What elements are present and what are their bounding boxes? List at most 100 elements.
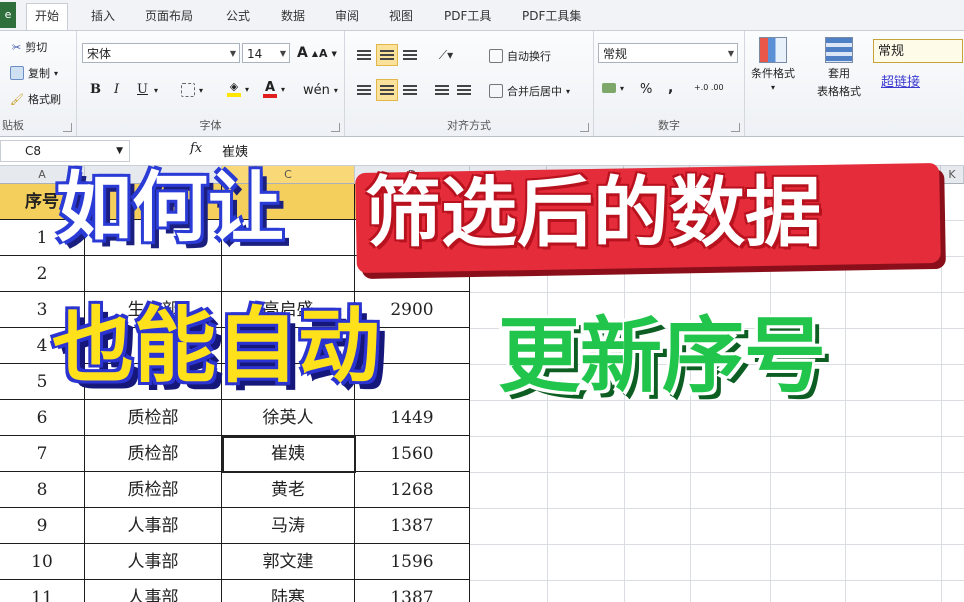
cell-name[interactable]: 马涛 (222, 508, 355, 544)
underline-button[interactable]: U (137, 82, 148, 97)
tab-page-layout[interactable]: 页面布局 (145, 4, 193, 30)
font-group: 宋体 ▼ 14 ▼ A ▲ A ▼ B I U ▾ ▾ ◈ ▾ A ▾ wén ▾ 字体 (77, 31, 345, 136)
gridline (470, 472, 964, 473)
align-bottom-button[interactable] (399, 44, 421, 66)
align-right-button[interactable] (399, 79, 421, 101)
cell-amount[interactable]: 1387 (355, 508, 470, 544)
tab-formulas[interactable]: 公式 (226, 4, 250, 30)
shrink-font-button[interactable]: A ▼ (319, 47, 337, 60)
cell-seq[interactable]: 8 (0, 472, 85, 508)
wrap-text-button[interactable]: 自动换行 (489, 48, 551, 64)
cell-dept[interactable]: 人事部 (85, 580, 222, 602)
number-group: 常规 ▼ ▾ % , +.0 .00 数字 (594, 31, 745, 136)
font-color-icon: A (263, 81, 277, 98)
cell-amount[interactable]: 1449 (355, 400, 470, 436)
gridline (470, 580, 964, 581)
increase-indent-icon (457, 85, 471, 95)
tab-insert[interactable]: 插入 (91, 4, 115, 30)
merge-center-button[interactable]: 合并后居中 ▾ (489, 83, 570, 99)
name-box[interactable]: C8 ▼ (0, 140, 130, 162)
cell-dept[interactable]: 人事部 (85, 508, 222, 544)
align-middle-button[interactable] (376, 44, 398, 66)
number-format-select[interactable]: 常规 ▼ (598, 43, 738, 63)
align-top-icon (357, 50, 371, 60)
tab-data[interactable]: 数据 (281, 4, 305, 30)
fill-color-button[interactable]: ◈ ▾ (227, 81, 249, 97)
tab-view[interactable]: 视图 (389, 4, 413, 30)
tab-pdf-toolset[interactable]: PDF工具集 (522, 4, 581, 30)
italic-button[interactable]: I (114, 82, 119, 97)
bold-button[interactable]: B (90, 82, 101, 97)
currency-button[interactable]: ▾ (602, 83, 624, 93)
number-launcher-icon[interactable] (731, 123, 740, 132)
cell-name[interactable]: 陆寒 (222, 580, 355, 602)
cell-amount[interactable]: 1268 (355, 472, 470, 508)
gridline (470, 292, 964, 293)
ribbon: ✂ 剪切 复制 ▾ 🖌 格式刷 贴板 宋体 ▼ 14 ▼ A ▲ A ▼ B I U ▾ … (0, 31, 964, 137)
cell-amount[interactable]: 1387 (355, 580, 470, 602)
decrease-indent-button[interactable] (431, 79, 453, 101)
formula-input[interactable]: 崔姨 (222, 141, 248, 160)
cell-seq[interactable]: 10 (0, 544, 85, 580)
tab-review[interactable]: 审阅 (335, 4, 359, 30)
format-painter-button[interactable]: 🖌 格式刷 (10, 91, 61, 107)
cell-name[interactable]: 徐英人 (222, 400, 355, 436)
cell-dept[interactable]: 质检部 (85, 472, 222, 508)
alignment-launcher-icon[interactable] (580, 123, 589, 132)
cell-seq[interactable]: 2 (0, 256, 85, 292)
cell-dept[interactable] (85, 256, 222, 292)
tab-home[interactable]: 开始 (26, 3, 69, 30)
percent-button[interactable]: % (640, 82, 652, 97)
chevron-down-icon: ▼ (279, 49, 286, 58)
grow-font-button[interactable]: A ▲ (297, 45, 318, 61)
align-center-button[interactable] (376, 79, 398, 101)
cell-dept[interactable]: 人事部 (85, 544, 222, 580)
orientation-button[interactable]: ⟋▾ (435, 44, 457, 66)
formula-bar: C8 ▼ fx 崔姨 (0, 137, 964, 166)
currency-icon (602, 83, 616, 93)
underline-dropdown-icon[interactable]: ▾ (154, 86, 158, 95)
title-overlay-line1-part1: 如何让 (56, 163, 284, 252)
phonetic-button[interactable]: wén ▾ (303, 83, 338, 98)
cell-seq[interactable]: 9 (0, 508, 85, 544)
font-size-select[interactable]: 14 ▼ (242, 43, 290, 63)
column-header-k[interactable]: K (941, 166, 964, 184)
cell-name[interactable]: 郭文建 (222, 544, 355, 580)
cell-name[interactable]: 黄老 (222, 472, 355, 508)
comma-button[interactable]: , (668, 80, 673, 96)
font-color-button[interactable]: A ▾ (263, 81, 285, 98)
clipboard-launcher-icon[interactable] (63, 123, 72, 132)
tab-pdf-tools[interactable]: PDF工具 (444, 4, 491, 30)
normal-style-cell[interactable]: 常规 (873, 39, 963, 63)
wrap-text-icon (489, 49, 503, 63)
increase-decimal-button[interactable]: +.0 .00 (694, 83, 734, 92)
cell-seq[interactable]: 11 (0, 580, 85, 602)
scissors-icon: ✂ (12, 40, 22, 54)
align-top-button[interactable] (353, 44, 375, 66)
increase-indent-button[interactable] (453, 79, 475, 101)
cell-amount[interactable]: 1560 (355, 436, 470, 472)
border-button[interactable]: ▾ (181, 83, 203, 97)
align-left-button[interactable] (353, 79, 375, 101)
cut-button[interactable]: ✂ 剪切 (12, 39, 47, 55)
cell-amount[interactable]: 1596 (355, 544, 470, 580)
menu-bar: e 开始 插入 页面布局 公式 数据 审阅 视图 PDF工具 PDF工具集 (0, 0, 964, 31)
cell-dept[interactable]: 质检部 (85, 400, 222, 436)
cell-seq[interactable]: 6 (0, 400, 85, 436)
number-group-label: 数字 (658, 119, 680, 132)
copy-button[interactable]: 复制 ▾ (10, 65, 58, 81)
cell-dept[interactable]: 质检部 (85, 436, 222, 472)
conditional-format-button[interactable]: 条件格式 ▾ (751, 37, 795, 92)
font-name-select[interactable]: 宋体 ▼ (82, 43, 240, 63)
hyperlink-style-cell[interactable]: 超链接 (881, 71, 920, 90)
font-launcher-icon[interactable] (331, 123, 340, 132)
table-row: 8 质检部 黄老 1268 (0, 472, 470, 508)
align-left-icon (357, 85, 371, 95)
cell-name[interactable] (222, 256, 355, 292)
decrease-indent-icon (435, 85, 449, 95)
format-as-table-button[interactable]: 套用 表格格式 (817, 37, 861, 99)
file-tab[interactable]: e (0, 2, 16, 28)
fx-icon[interactable]: fx (190, 141, 202, 156)
cell-seq[interactable]: 7 (0, 436, 85, 472)
conditional-format-icon (759, 37, 787, 63)
